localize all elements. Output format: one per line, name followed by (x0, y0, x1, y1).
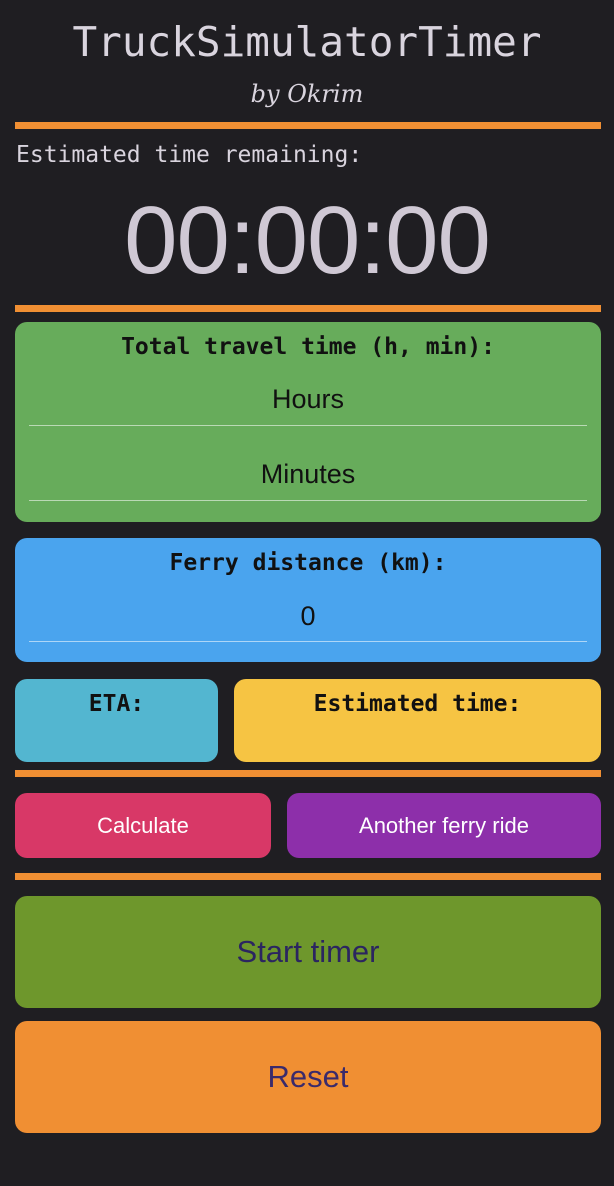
reset-button[interactable]: Reset (15, 1021, 601, 1133)
start-timer-button[interactable]: Start timer (15, 896, 601, 1008)
estimated-time-label: Estimated time: (313, 691, 522, 717)
calculate-button[interactable]: Calculate (15, 793, 271, 858)
app-title: TruckSimulatorTimer (72, 18, 542, 66)
app-subtitle: by Okrim (250, 80, 364, 108)
divider (15, 873, 601, 880)
estimated-time-card: Estimated time: (234, 679, 601, 762)
divider (15, 770, 601, 777)
time-remaining-label: Estimated time remaining: (16, 142, 363, 168)
ferry-distance-input[interactable]: 0 (29, 601, 587, 642)
travel-time-title: Total travel time (h, min): (121, 334, 495, 360)
divider (15, 305, 601, 312)
ferry-distance-card: Ferry distance (km): 0 (15, 538, 601, 662)
travel-time-card: Total travel time (h, min): Hours Minute… (15, 322, 601, 522)
eta-card: ETA: (15, 679, 218, 762)
hours-input[interactable]: Hours (29, 384, 587, 426)
ferry-distance-title: Ferry distance (km): (169, 550, 447, 576)
divider (15, 122, 601, 129)
another-ferry-ride-button[interactable]: Another ferry ride (287, 793, 601, 858)
minutes-input[interactable]: Minutes (29, 459, 587, 501)
countdown-display: 00:00:00 (124, 187, 491, 294)
eta-label: ETA: (88, 691, 145, 717)
